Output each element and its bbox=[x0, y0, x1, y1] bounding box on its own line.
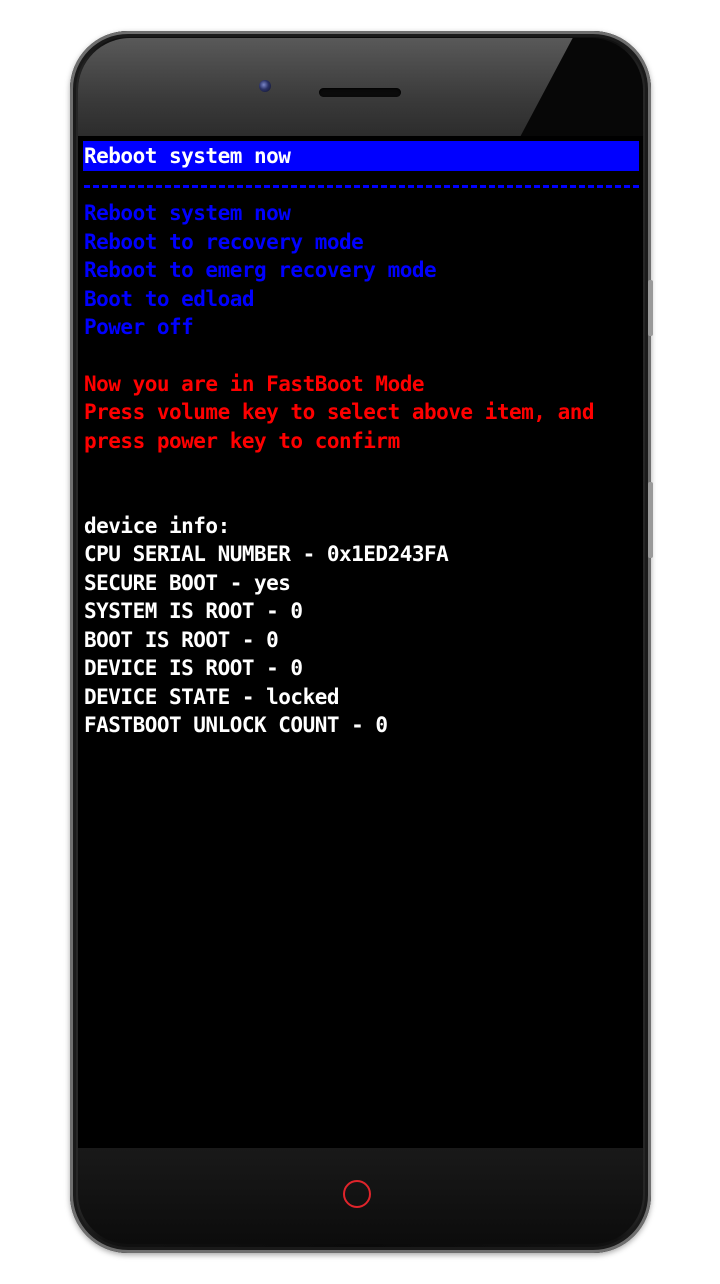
menu-item-boot-edload[interactable]: Boot to edload bbox=[84, 285, 255, 313]
device-info-header: device info: bbox=[84, 514, 230, 538]
device-info-system-root: SYSTEM IS ROOT - 0 bbox=[84, 599, 303, 623]
home-button-icon[interactable] bbox=[343, 1180, 371, 1208]
volume-button[interactable] bbox=[648, 280, 653, 336]
device-info-device-state: DEVICE STATE - locked bbox=[84, 685, 340, 709]
device-info-secure-boot: SECURE BOOT - yes bbox=[84, 571, 291, 595]
device-info-boot-root: BOOT IS ROOT - 0 bbox=[84, 628, 279, 652]
front-camera-icon bbox=[259, 80, 271, 92]
earpiece-speaker bbox=[319, 88, 401, 97]
menu-item-reboot-recovery[interactable]: Reboot to recovery mode bbox=[84, 228, 364, 256]
menu-divider bbox=[84, 185, 639, 188]
menu-item-power-off[interactable]: Power off bbox=[84, 313, 194, 341]
instruction-line-2: press power key to confirm bbox=[84, 429, 400, 453]
fastboot-mode-message: Now you are in FastBoot Mode bbox=[84, 372, 425, 396]
instruction-line-1: Press volume key to select above item, a… bbox=[84, 400, 595, 424]
device-info-device-root: DEVICE IS ROOT - 0 bbox=[84, 656, 303, 680]
power-button[interactable] bbox=[648, 482, 653, 558]
device-info-unlock-count: FASTBOOT UNLOCK COUNT - 0 bbox=[84, 713, 388, 737]
glass-glare bbox=[78, 38, 578, 136]
menu-item-reboot-emerg-recovery[interactable]: Reboot to emerg recovery mode bbox=[84, 256, 437, 284]
selected-item-label: Reboot system now bbox=[84, 144, 291, 168]
device-info-cpu-serial: CPU SERIAL NUMBER - 0x1ED243FA bbox=[84, 542, 449, 566]
fastboot-screen: Reboot system now Reboot system now Rebo… bbox=[78, 136, 643, 1148]
top-bezel bbox=[78, 38, 643, 136]
menu-item-reboot-system[interactable]: Reboot system now bbox=[84, 199, 291, 227]
